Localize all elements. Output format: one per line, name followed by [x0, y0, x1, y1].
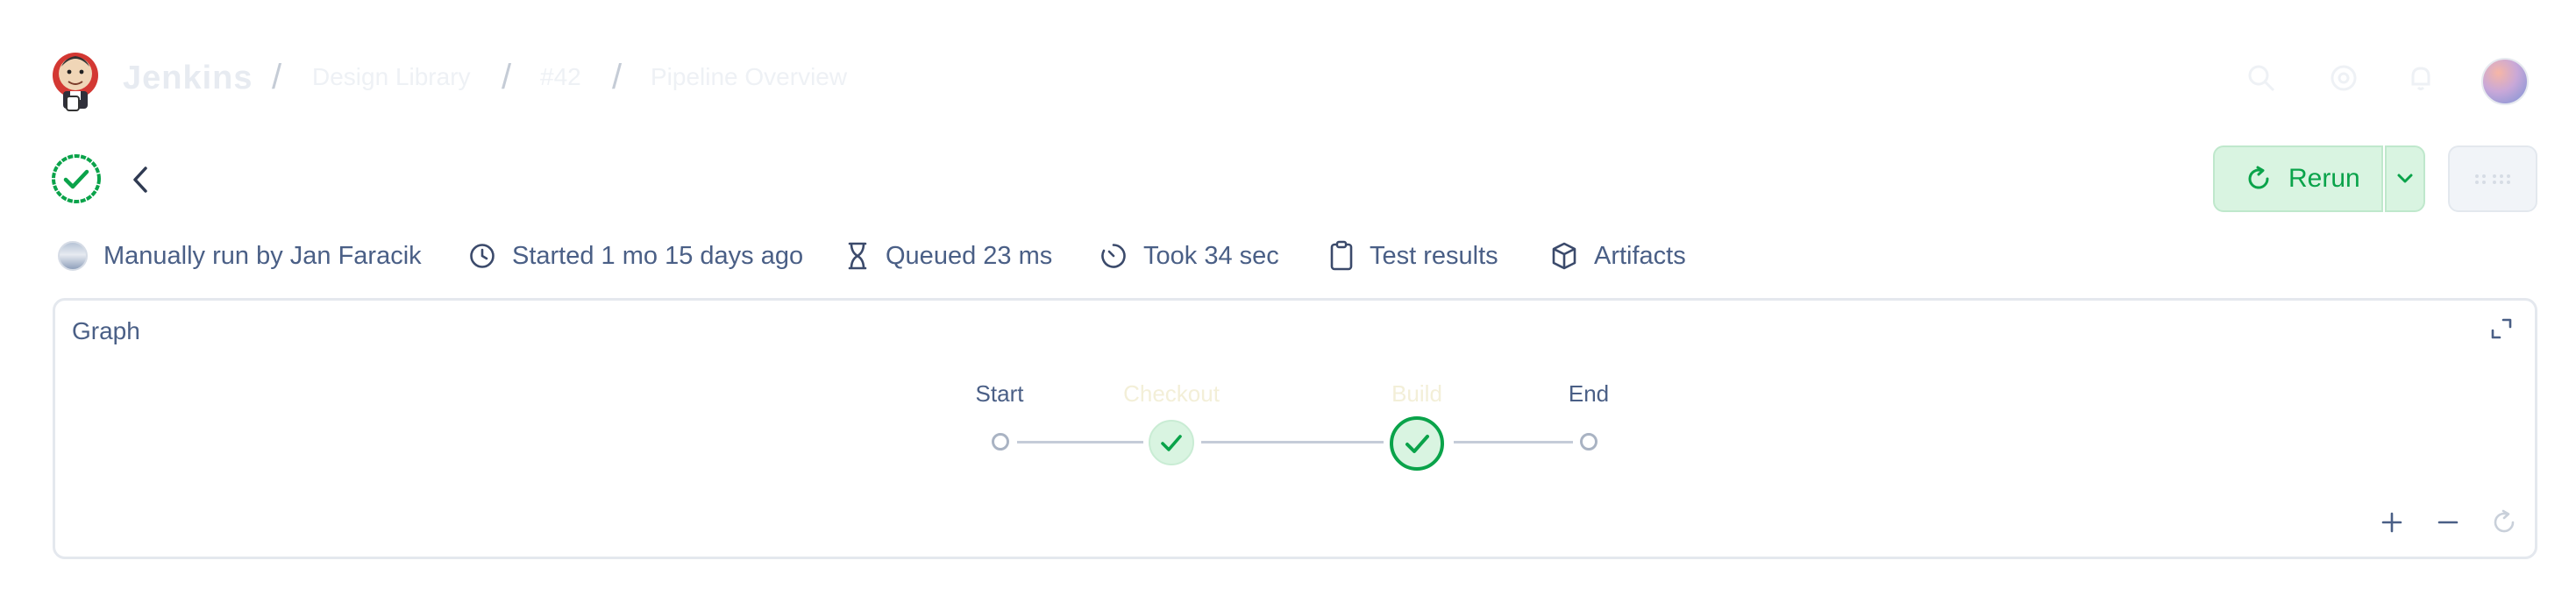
- chevron-left-icon[interactable]: [130, 165, 151, 195]
- package-icon: [1552, 242, 1576, 270]
- success-icon: [51, 153, 102, 204]
- stage-label-end: End: [1568, 380, 1610, 407]
- stage-label-checkout: Checkout: [1123, 380, 1220, 407]
- duration-text: Took 34 sec: [1143, 241, 1279, 270]
- zoom-out-icon[interactable]: [2434, 508, 2462, 536]
- graph-node-build[interactable]: [1389, 415, 1445, 472]
- refresh-icon: [2248, 166, 2269, 189]
- zoom-in-icon[interactable]: [2378, 508, 2406, 536]
- rerun-options-button[interactable]: [2385, 145, 2425, 212]
- user-avatar[interactable]: [2481, 58, 2529, 105]
- breadcrumb-separator: /: [612, 58, 623, 96]
- duration: Took 34 sec: [1099, 238, 1279, 273]
- rerun-label: Rerun: [2288, 164, 2360, 193]
- breadcrumb-design-library[interactable]: Design Library: [312, 63, 471, 91]
- expand-icon[interactable]: [2488, 316, 2515, 342]
- settings-icon[interactable]: [2329, 63, 2359, 93]
- started-text: Started 1 mo 15 days ago: [512, 241, 804, 270]
- artifacts-text: Artifacts: [1594, 241, 1686, 270]
- timer-icon: [1101, 244, 1126, 268]
- jenkins-logo[interactable]: [51, 46, 100, 112]
- breadcrumb-build-number[interactable]: #42: [540, 63, 581, 91]
- more-actions-button[interactable]: [2448, 145, 2537, 212]
- graph-node-start[interactable]: [992, 433, 1009, 450]
- chevron-down-icon: [2397, 174, 2413, 183]
- rerun-button[interactable]: Rerun: [2213, 145, 2383, 212]
- artifacts-link[interactable]: Artifacts: [1550, 238, 1686, 273]
- graph-node-end[interactable]: [1580, 433, 1598, 450]
- graph-edge: [1201, 441, 1384, 443]
- more-icon: [2475, 174, 2510, 184]
- graph-edge: [1017, 441, 1143, 443]
- breadcrumb-separator: /: [272, 58, 282, 96]
- stage-label-start: Start: [975, 380, 1024, 407]
- run-by-text: Manually run by Jan Faracik: [103, 241, 422, 270]
- breadcrumb-separator: /: [502, 58, 512, 96]
- search-icon[interactable]: [2246, 63, 2276, 93]
- app-brand[interactable]: Jenkins: [123, 60, 253, 97]
- hourglass-icon: [848, 242, 867, 270]
- test-results-text: Test results: [1370, 241, 1498, 270]
- graph-panel: [53, 298, 2537, 559]
- graph-node-checkout[interactable]: [1148, 419, 1195, 466]
- user-avatar: [58, 241, 88, 271]
- run-by: Manually run by Jan Faracik: [58, 238, 422, 273]
- breadcrumb-pipeline-overview[interactable]: Pipeline Overview: [651, 63, 847, 91]
- clipboard-icon: [1330, 240, 1353, 271]
- stage-label-build: Build: [1391, 380, 1442, 407]
- graph-title: Graph: [72, 317, 140, 344]
- started: Started 1 mo 15 days ago: [468, 238, 803, 273]
- queued: Queued 23 ms: [845, 238, 1052, 273]
- notifications-icon[interactable]: [2406, 63, 2436, 93]
- clock-icon: [470, 244, 495, 268]
- test-results-link[interactable]: Test results: [1329, 238, 1498, 273]
- queued-text: Queued 23 ms: [886, 241, 1053, 270]
- graph-edge: [1454, 441, 1573, 443]
- reset-zoom-icon[interactable]: [2490, 508, 2518, 536]
